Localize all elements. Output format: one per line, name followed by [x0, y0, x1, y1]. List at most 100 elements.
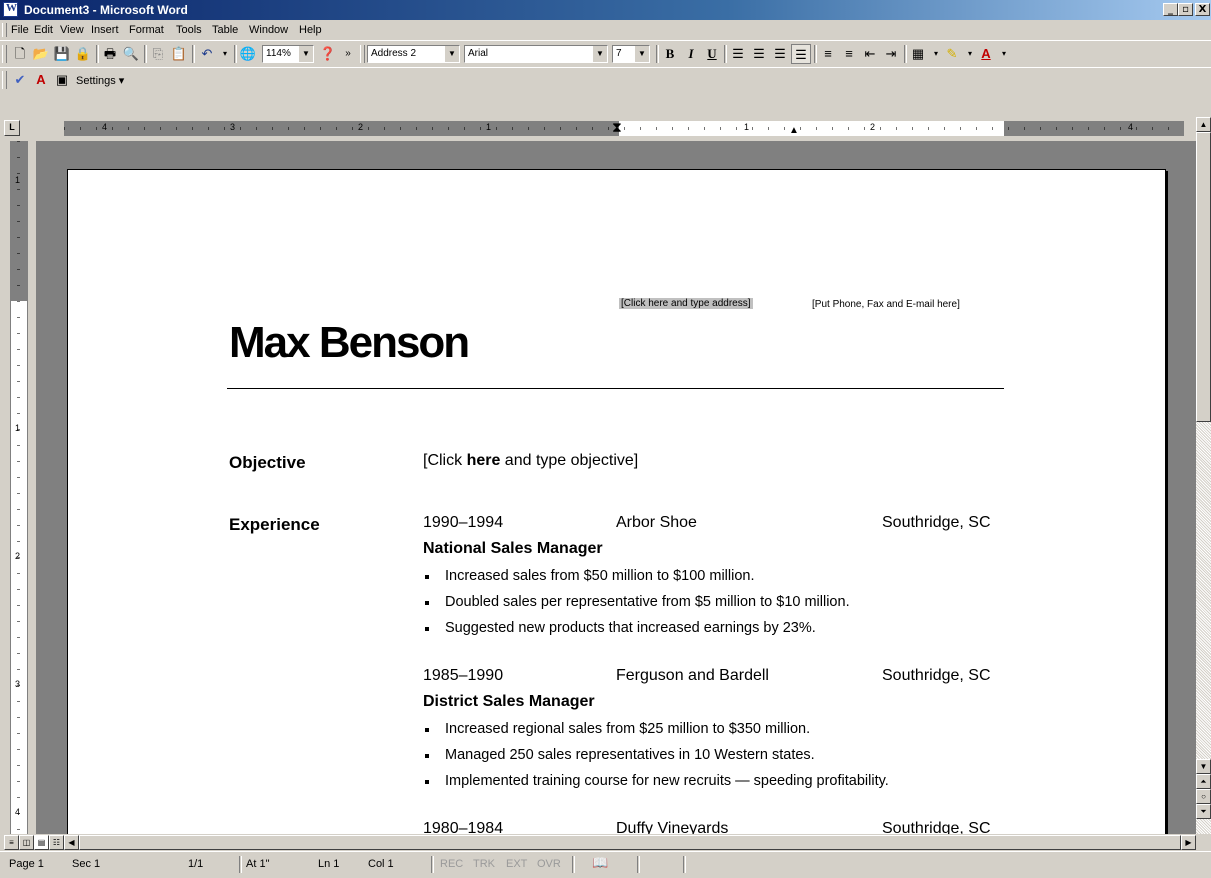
objective-heading: Objective — [229, 453, 306, 472]
restore-button[interactable]: ▫ — [1178, 3, 1193, 16]
status-position: At 1" — [246, 858, 270, 870]
scroll-thumb[interactable] — [1196, 132, 1211, 422]
scroll-down-icon[interactable]: ▼ — [1196, 759, 1211, 774]
title-bar: Document3 - Microsoft Word _ ▫ X — [0, 0, 1211, 20]
print-icon[interactable]: 🖶 — [100, 44, 120, 64]
borders-icon[interactable]: ▦ — [908, 44, 928, 64]
print-layout-view-icon[interactable]: ▤ — [34, 835, 49, 850]
menu-view[interactable]: View — [60, 24, 84, 36]
save-icon[interactable]: 💾 — [52, 44, 72, 64]
vertical-scrollbar[interactable]: ▲ ▼ ⏶ ○ ⏷ — [1196, 117, 1211, 834]
style-value: Address 2 — [371, 48, 417, 59]
outline-view-icon[interactable]: ☷ — [49, 835, 64, 850]
next-page-icon[interactable]: ⏷ — [1196, 804, 1211, 819]
close-button[interactable]: X — [1195, 3, 1210, 16]
objective-pre: [Click — [423, 452, 467, 469]
job-location: Southridge, SC — [882, 820, 991, 834]
right-indent-marker-icon[interactable]: ▲ — [789, 125, 799, 136]
align-left-icon[interactable]: ☰ — [728, 44, 748, 64]
numbering-icon[interactable]: ≡ — [818, 44, 838, 64]
previous-page-icon[interactable]: ⏶ — [1196, 774, 1211, 789]
vertical-ruler[interactable]: 1 1 2 3 4 — [10, 141, 28, 834]
objective-text[interactable]: [Click here and type objective] — [423, 452, 638, 470]
menu-insert[interactable]: Insert — [91, 24, 119, 36]
font-color-icon[interactable]: A — [976, 44, 996, 64]
ruler-number: 1 — [486, 122, 492, 132]
contact-field[interactable]: [Put Phone, Fax and E-mail here] — [812, 299, 960, 310]
menu-grip[interactable] — [2, 23, 7, 37]
resume-name[interactable]: Max Benson — [229, 318, 470, 368]
status-ovr[interactable]: OVR — [537, 858, 561, 870]
copy-icon[interactable]: ⎘ — [148, 44, 168, 64]
job-location: Southridge, SC — [882, 514, 991, 531]
paste-icon[interactable]: 📋 — [169, 44, 189, 64]
zoom-select[interactable]: 114% ▼ — [262, 45, 314, 63]
bullets-icon[interactable]: ≡ — [839, 44, 859, 64]
help-icon[interactable]: ❓ — [318, 44, 338, 64]
underline-button[interactable]: U — [702, 44, 722, 64]
decrease-indent-icon[interactable]: ⇤ — [860, 44, 880, 64]
align-right-icon[interactable]: ☰ — [770, 44, 790, 64]
scroll-left-icon[interactable]: ◀ — [64, 835, 79, 850]
align-center-icon[interactable]: ☰ — [749, 44, 769, 64]
open-folder-icon[interactable]: 📂 — [31, 44, 51, 64]
italic-button[interactable]: I — [681, 44, 701, 64]
menu-table[interactable]: Table — [212, 24, 238, 36]
ruler-number: 4 — [15, 807, 21, 817]
font-size-select[interactable]: 7 ▼ — [612, 45, 650, 63]
word-app-icon[interactable] — [3, 2, 18, 17]
window-title: Document3 - Microsoft Word — [24, 3, 188, 17]
status-ext[interactable]: EXT — [506, 858, 527, 870]
menu-edit[interactable]: Edit — [34, 24, 53, 36]
status-rec[interactable]: REC — [440, 858, 463, 870]
print-preview-icon[interactable]: 🔍 — [121, 44, 141, 64]
minimize-button[interactable]: _ — [1163, 3, 1178, 16]
menu-tools[interactable]: Tools — [176, 24, 202, 36]
text-effects-icon[interactable]: A — [31, 70, 51, 90]
style-select[interactable]: Address 2 ▼ — [367, 45, 460, 63]
font-color-dropdown-icon[interactable]: ▾ — [994, 44, 1014, 64]
document-area[interactable]: [Click here and type address] [Put Phone… — [36, 141, 1196, 834]
list-item-text: Implemented training course for new recr… — [445, 773, 889, 789]
menu-format[interactable]: Format — [129, 24, 164, 36]
undo-dropdown-icon[interactable]: ▾ — [215, 44, 235, 64]
undo-icon[interactable]: ↶ — [197, 44, 217, 64]
web-globe-icon[interactable]: 🌐 — [238, 44, 258, 64]
experience-heading: Experience — [229, 515, 320, 534]
settings-button[interactable]: Settings ▾ — [76, 74, 124, 87]
increase-indent-icon[interactable]: ⇥ — [881, 44, 901, 64]
ruler-bar: 4 3 2 1 1 2 4 ⧗ ▲ — [0, 117, 1211, 141]
horizontal-scroll-thumb[interactable] — [79, 835, 1181, 850]
menu-file[interactable]: File — [11, 24, 29, 36]
select-browse-object-icon[interactable]: ○ — [1196, 789, 1211, 804]
list-item-text: Managed 250 sales representatives in 10 … — [445, 747, 815, 763]
scroll-up-icon[interactable]: ▲ — [1196, 117, 1211, 132]
status-trk[interactable]: TRK — [473, 858, 495, 870]
permission-icon[interactable]: 🔒 — [73, 44, 93, 64]
menu-window[interactable]: Window — [249, 24, 288, 36]
indent-marker-icon[interactable]: ⧗ — [612, 119, 622, 136]
web-layout-view-icon[interactable]: ◫ — [19, 835, 34, 850]
job-years: 1985–1990 — [423, 667, 504, 684]
ruler-number: 3 — [15, 679, 21, 689]
settings-icon[interactable]: ▣ — [52, 70, 72, 90]
menu-help[interactable]: Help — [299, 24, 322, 36]
bold-button[interactable]: B — [660, 44, 680, 64]
document-page[interactable]: [Click here and type address] [Put Phone… — [67, 169, 1166, 834]
list-item-text: Increased sales from $50 million to $100… — [445, 568, 755, 584]
new-document-icon[interactable]: 🗋 — [10, 44, 30, 64]
spelling-icon[interactable]: ✔ — [10, 70, 30, 90]
justify-icon[interactable]: ☰ — [791, 44, 811, 64]
menu-bar: File Edit View Insert Format Tools Table… — [0, 20, 1211, 41]
job-title: National Sales Manager — [423, 540, 603, 557]
font-select[interactable]: Arial ▼ — [464, 45, 608, 63]
horizontal-ruler[interactable]: 4 3 2 1 1 2 4 ⧗ ▲ — [64, 119, 1184, 136]
job-title: District Sales Manager — [423, 693, 595, 710]
toolbar-grip[interactable] — [2, 45, 7, 63]
spelling-status-icon[interactable]: 📖 — [592, 855, 608, 871]
normal-view-icon[interactable]: ≡ — [4, 835, 19, 850]
highlight-icon[interactable]: ✎ — [942, 44, 962, 64]
address-field[interactable]: [Click here and type address] — [619, 298, 753, 309]
more-buttons-icon[interactable]: » — [338, 44, 358, 64]
scroll-right-icon[interactable]: ▶ — [1181, 835, 1196, 850]
